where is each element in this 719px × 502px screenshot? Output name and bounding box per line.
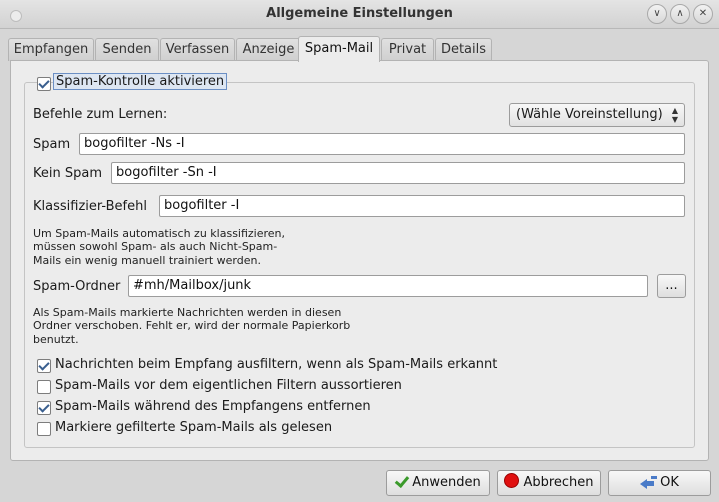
preset-select-value: (Wähle Voreinstellung): [516, 107, 663, 122]
maximize-button[interactable]: ∧: [670, 4, 690, 24]
browse-folder-button[interactable]: ...: [657, 274, 686, 298]
enable-spam-label[interactable]: Spam-Kontrolle aktivieren: [53, 73, 228, 90]
tab-details[interactable]: Details: [435, 38, 492, 61]
cancel-button[interactable]: Abbrechen: [497, 470, 601, 496]
mark-as-read-label[interactable]: Markiere gefilterte Spam-Mails als geles…: [55, 420, 332, 435]
chevron-up-icon: ∧: [676, 8, 684, 19]
tab-anzeige[interactable]: Anzeige: [236, 38, 301, 61]
blue-enter-arrow-icon: [640, 475, 656, 489]
training-info-text: Um Spam-Mails automatisch zu klassifizie…: [33, 227, 285, 267]
folder-info-line: benutzt.: [33, 332, 79, 346]
tab-spam-mail[interactable]: Spam-Mail: [298, 36, 380, 62]
cancel-button-label: Abbrechen: [523, 475, 594, 490]
spam-command-label: Spam: [33, 137, 71, 152]
spam-folder-input[interactable]: #mh/Mailbox/junk: [128, 275, 648, 297]
updown-arrows-icon: ▲ ▼: [671, 106, 678, 124]
nospam-command-input[interactable]: bogofilter -Sn -I: [111, 162, 685, 184]
nospam-command-label: Kein Spam: [33, 166, 102, 181]
sort-before-filter-label[interactable]: Spam-Mails vor dem eigentlichen Filtern …: [55, 378, 402, 393]
filter-on-receive-checkbox[interactable]: [37, 359, 51, 373]
training-info-line: Mails ein wenig manuell trainiert werden…: [33, 253, 261, 267]
spam-folder-label: Spam-Ordner: [33, 279, 121, 294]
ok-button[interactable]: OK: [608, 470, 711, 496]
filter-on-receive-label[interactable]: Nachrichten beim Empfang ausfiltern, wen…: [55, 357, 497, 372]
apply-button-label: Anwenden: [412, 475, 481, 490]
preset-select[interactable]: (Wähle Voreinstellung) ▲ ▼: [509, 103, 685, 127]
chevron-down-icon: ∨: [653, 8, 661, 19]
tab-empfangen[interactable]: Empfangen: [8, 38, 94, 61]
green-check-icon: [395, 474, 407, 488]
title-bar: Allgemeine Einstellungen ∨ ∧ ✕: [0, 0, 719, 29]
tab-verfassen[interactable]: Verfassen: [160, 38, 235, 61]
tab-privat[interactable]: Privat: [381, 38, 434, 61]
folder-info-text: Als Spam-Mails markierte Nachrichten wer…: [33, 306, 350, 346]
close-button[interactable]: ✕: [693, 4, 713, 24]
spam-command-input[interactable]: bogofilter -Ns -I: [79, 133, 685, 155]
red-stop-icon: [504, 473, 520, 488]
close-icon: ✕: [698, 8, 708, 19]
remove-on-receive-label[interactable]: Spam-Mails während des Empfangens entfer…: [55, 399, 371, 414]
folder-info-line: Ordner verschoben. Fehlt er, wird der no…: [33, 319, 351, 333]
spam-settings-panel: Spam-Kontrolle aktivieren Befehle zum Le…: [10, 60, 709, 461]
apply-button[interactable]: Anwenden: [386, 470, 490, 496]
sort-before-filter-checkbox[interactable]: [37, 380, 51, 394]
enable-spam-label-wrap: Spam-Kontrolle aktivieren: [53, 73, 228, 90]
minimize-button[interactable]: ∨: [647, 4, 667, 24]
enable-spam-checkbox[interactable]: [37, 77, 51, 91]
training-info-line: müssen sowohl Spam- als auch Nicht-Spam-: [33, 240, 278, 254]
folder-info-line: Als Spam-Mails markierte Nachrichten wer…: [33, 306, 342, 319]
remove-on-receive-checkbox[interactable]: [37, 401, 51, 415]
classify-command-input[interactable]: bogofilter -I: [159, 195, 685, 217]
ok-button-label: OK: [660, 475, 679, 490]
tab-senden[interactable]: Senden: [95, 38, 159, 61]
classify-command-label: Klassifizier-Befehl: [33, 199, 147, 214]
window-title: Allgemeine Einstellungen: [266, 6, 453, 21]
training-info-line: Um Spam-Mails automatisch zu klassifizie…: [33, 227, 286, 240]
mark-as-read-checkbox[interactable]: [37, 422, 51, 436]
learn-commands-label: Befehle zum Lernen:: [33, 107, 168, 122]
